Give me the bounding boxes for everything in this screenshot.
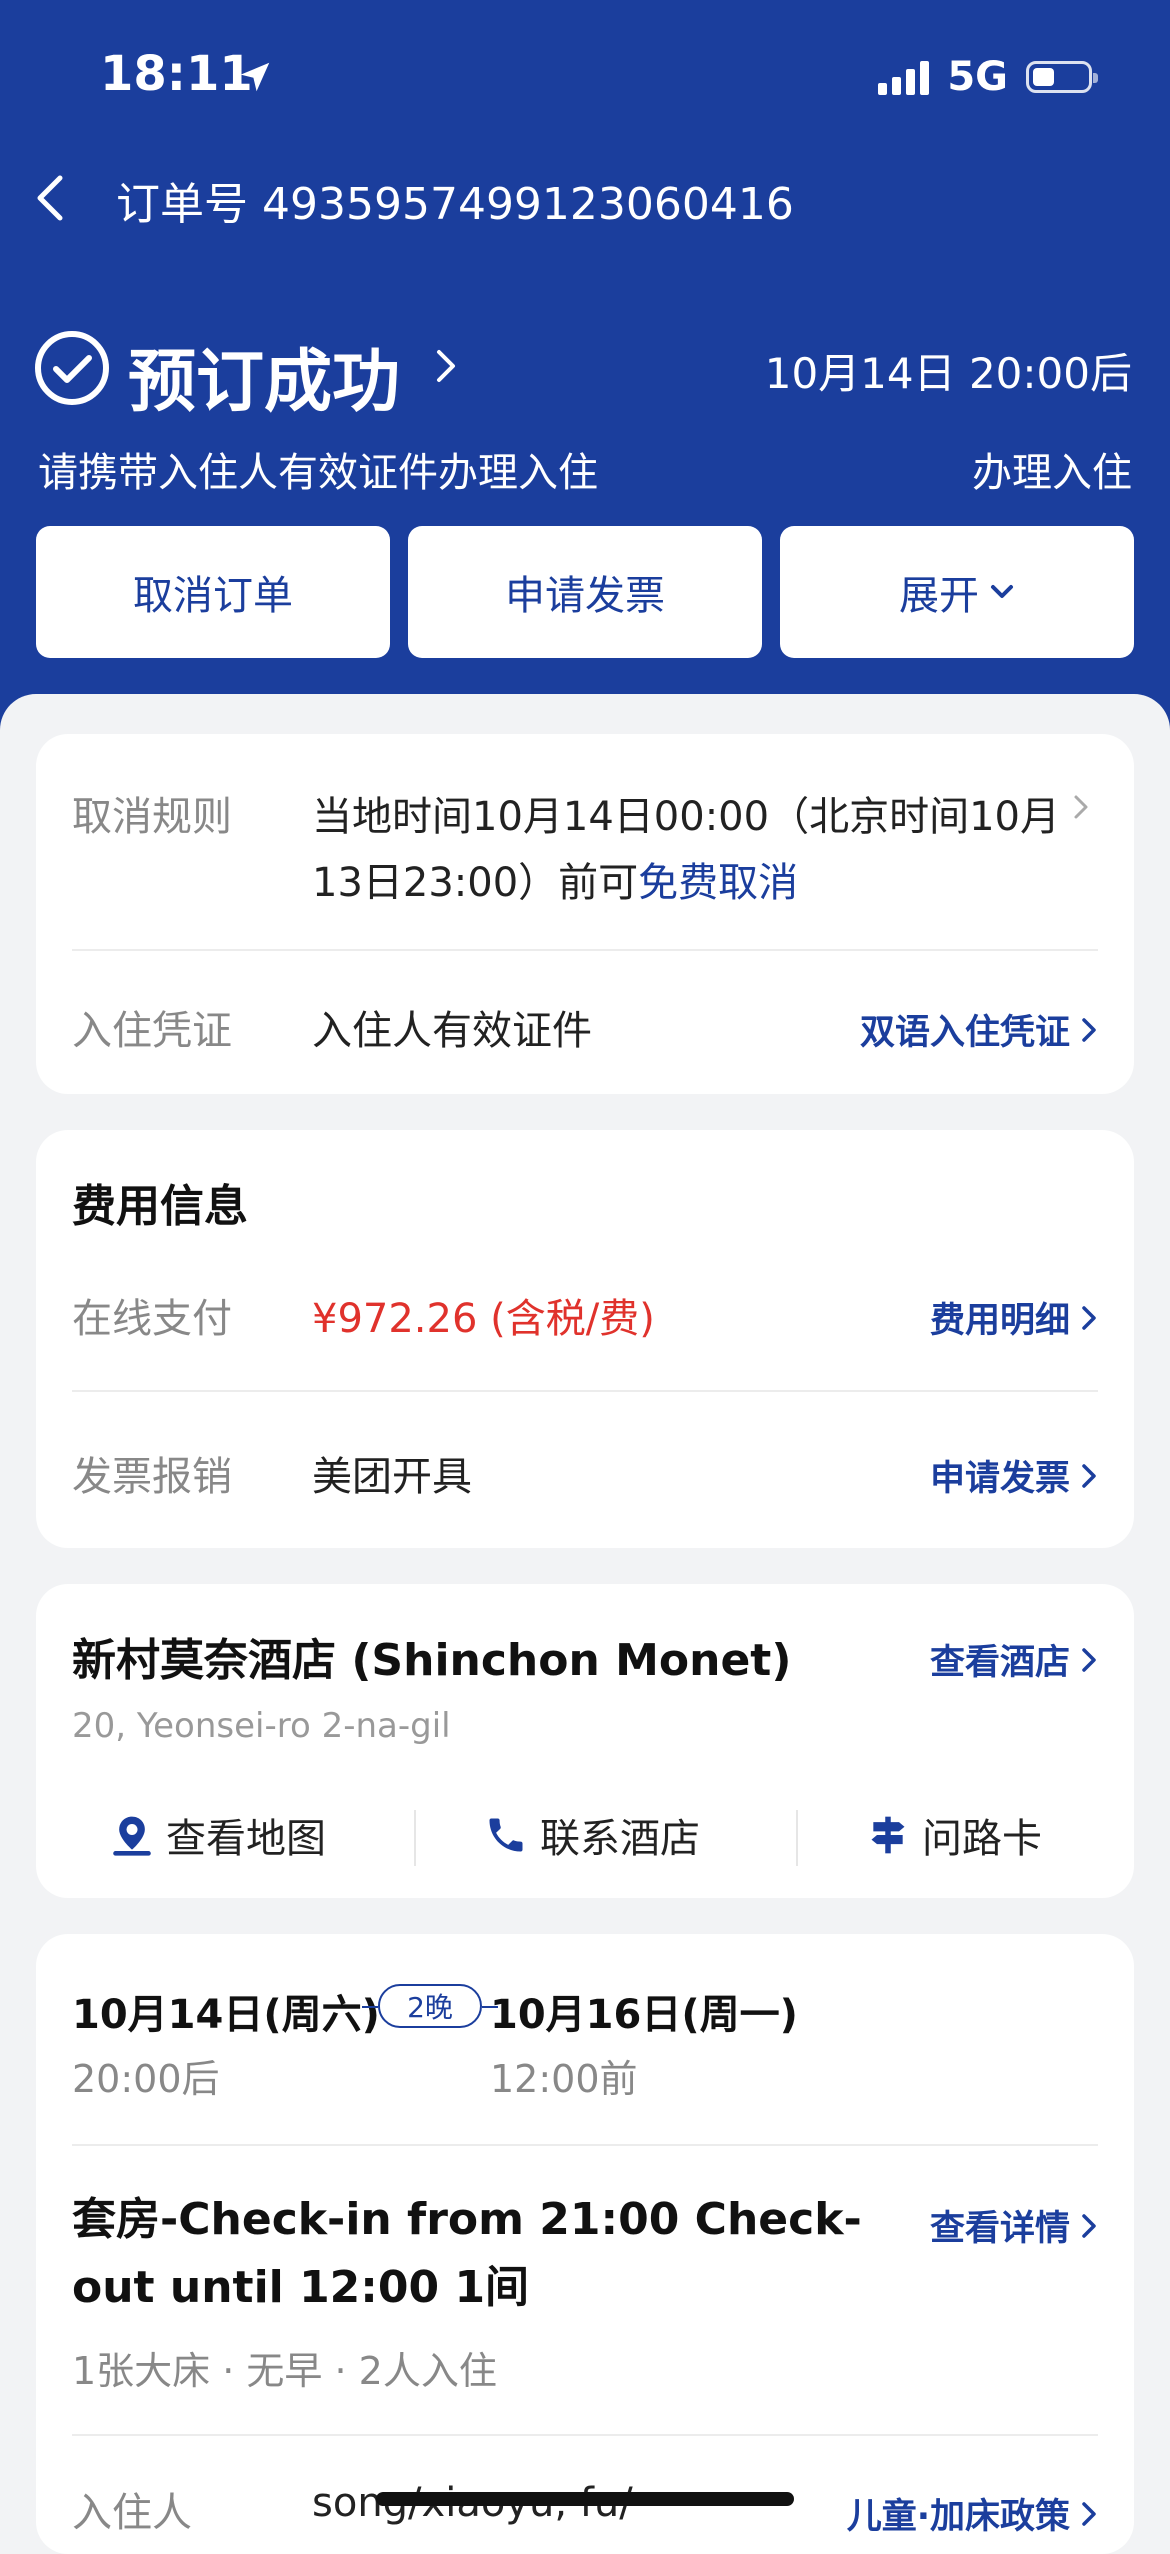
fee-title: 费用信息 [72,1181,248,1232]
status-bar-right: 5G [878,52,1098,102]
phone-icon [489,1818,523,1852]
view-hotel-label: 查看酒店 [929,1643,1070,1683]
chevron-right-icon[interactable] [434,346,458,386]
hotel-card: 新村莫奈酒店 (Shinchon Monet) 查看酒店 20, Yeonsei… [36,1584,1134,1898]
voucher-value: 入住人有效证件 [312,1008,592,1054]
room-detail-link[interactable]: 查看详情 [930,2200,1098,2251]
cancel-deadline: 13日23:00）前可 [312,860,639,906]
checkout-date: 10月16日(周一) [490,1992,798,2038]
chevron-right-icon [1082,1647,1096,1672]
fee-card: 费用信息 在线支付 ¥972.26 (含税/费) 费用明细 发票报销 美团开具 … [36,1130,1134,1548]
checkout-time-detail: 12:00前 [490,2057,638,2101]
cancel-rule-text-line2: 13日23:00）前可免费取消 [312,850,798,908]
request-invoice-label: 申请发票 [505,573,665,619]
policy-card: 取消规则 当地时间10月14日00:00（北京时间10月 13日23:00）前可… [36,734,1134,1094]
child-bed-policy-link[interactable]: 儿童·加床政策 [847,2488,1098,2539]
divider [796,1810,798,1866]
invoice-apply-link[interactable]: 申请发票 [930,1450,1098,1501]
home-indicator[interactable] [376,2492,794,2506]
invoice-apply-label: 申请发票 [929,1459,1070,1499]
bilingual-voucher-link[interactable]: 双语入住凭证 [860,1004,1098,1055]
back-arrow-icon[interactable] [26,168,76,228]
guest-label: 入住人 [72,2490,192,2536]
booking-status-title[interactable]: 预订成功 [128,326,400,425]
divider [72,949,1098,951]
cancel-rule-text-line1: 当地时间10月14日00:00（北京时间10月 [312,794,1060,840]
divider [72,2144,1098,2146]
room-detail-label: 查看详情 [929,2209,1070,2249]
checkin-time-detail: 20:00后 [72,2057,220,2101]
hotel-name: 新村莫奈酒店 (Shinchon Monet) [72,1635,792,1686]
chevron-right-icon[interactable] [1072,792,1090,822]
invoice-issuer: 美团开具 [312,1454,472,1500]
child-bed-policy-label: 儿童·加床政策 [846,2497,1070,2537]
nights-count: 2晚 [407,1991,453,2024]
chevron-right-icon [1082,1017,1096,1042]
online-pay-label: 在线支付 [72,1296,232,1342]
cancel-rule-label: 取消规则 [72,794,232,840]
room-name-line1: 套房-Check-in from 21:00 Check- [72,2194,862,2245]
fee-detail-link[interactable]: 费用明细 [930,1292,1098,1343]
online-pay-amount: ¥972.26 (含税/费) [312,1296,655,1342]
chevron-right-icon [1082,2501,1096,2526]
chevron-right-icon [1082,1305,1096,1330]
checkin-action-label: 办理入住 [972,450,1132,496]
checkin-date: 10月14日(周六) [72,1992,380,2038]
request-invoice-button[interactable]: 申请发票 [408,526,762,658]
direction-card-label: 问路卡 [922,1816,1042,1862]
voucher-label: 入住凭证 [72,1008,232,1054]
status-time: 18:11 [100,46,253,102]
view-hotel-link[interactable]: 查看酒店 [930,1634,1098,1685]
order-number: 订单号 4935957499123060416 [116,179,794,230]
cancel-order-label: 取消订单 [133,573,293,619]
map-pin-icon [113,1816,151,1856]
view-map-label: 查看地图 [166,1816,326,1862]
bilingual-voucher-label: 双语入住凭证 [859,1013,1070,1053]
divider [414,1810,416,1866]
expand-label: 展开 [899,573,979,619]
divider [72,2434,1098,2436]
chevron-down-icon [991,585,1013,598]
signpost-icon [871,1816,905,1854]
direction-card-button[interactable]: 问路卡 [866,1806,1042,1864]
chevron-right-icon [1082,2213,1096,2238]
battery-icon [1026,61,1098,93]
check-circle-icon [35,331,109,405]
room-features: 1张大床 · 无早 · 2人入住 [72,2349,497,2393]
room-name: 套房-Check-in from 21:00 Check- out until … [72,2186,892,2322]
stay-card: 10月14日(周六) 20:00后 2晚 10月16日(周一) 12:00前 套… [36,1934,1134,2554]
checkin-hint: 请携带入住人有效证件办理入住 [38,450,598,496]
contact-hotel-label: 联系酒店 [540,1816,700,1862]
free-cancel-link[interactable]: 免费取消 [638,860,798,906]
nights-connector-left [362,2006,378,2008]
checkin-time: 10月14日 20:00后 [764,349,1132,398]
nights-badge: 2晚 [378,1984,482,2028]
signal-icon [878,59,930,95]
chevron-right-icon [1082,1463,1096,1488]
contact-hotel-button[interactable]: 联系酒店 [484,1806,700,1864]
room-name-line2: out until 12:00 1间 [72,2262,530,2313]
expand-button[interactable]: 展开 [780,526,1134,658]
network-type: 5G [947,54,1008,100]
hotel-address: 20, Yeonsei-ro 2-na-gil [72,1706,451,1746]
divider [72,1390,1098,1392]
fee-detail-label: 费用明细 [929,1301,1070,1341]
location-arrow-icon [240,62,270,92]
cancel-order-button[interactable]: 取消订单 [36,526,390,658]
view-map-button[interactable]: 查看地图 [110,1806,326,1864]
invoice-label: 发票报销 [72,1454,232,1500]
